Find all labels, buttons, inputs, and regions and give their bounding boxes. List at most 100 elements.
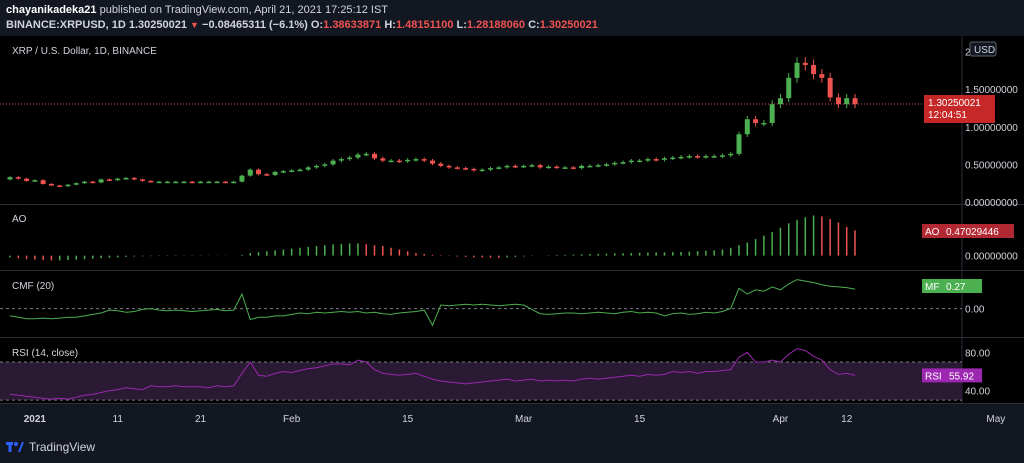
candle-body — [32, 180, 38, 182]
published-text: published on TradingView.com, April 21, … — [99, 4, 389, 16]
candle-body — [670, 157, 676, 160]
candle-body — [844, 98, 850, 105]
ao-badge-label: AO — [925, 227, 940, 238]
candle-body — [15, 177, 21, 179]
last-price: 1.30250021 — [128, 19, 187, 31]
candle-body — [65, 184, 71, 187]
candle-body — [297, 169, 303, 172]
candle-body — [777, 98, 783, 105]
chart-title: XRP / U.S. Dollar, 1D, BINANCE — [12, 46, 157, 57]
time-tick-label: Mar — [515, 414, 533, 425]
candle-body — [554, 166, 560, 169]
time-tick-label: May — [986, 414, 1005, 425]
candle-body — [612, 162, 618, 165]
candle-body — [222, 181, 228, 184]
candle-body — [769, 104, 775, 123]
candle-body — [744, 119, 750, 135]
candle-body — [131, 177, 137, 180]
candle-body — [405, 159, 411, 162]
candle-body — [786, 77, 792, 99]
candle-body — [264, 174, 270, 176]
candle-body — [322, 164, 328, 166]
open-value: 1.38633871 — [323, 19, 382, 31]
candle-body — [421, 159, 427, 161]
candle-body — [40, 180, 46, 184]
candle-body — [471, 168, 477, 171]
cmf-title: CMF (20) — [12, 281, 54, 292]
price-tick-label: 0.50000000 — [965, 160, 1018, 171]
candle-body — [73, 183, 79, 185]
candle-body — [827, 77, 833, 98]
candle-body — [189, 181, 195, 184]
candle-body — [802, 62, 808, 66]
candle-body — [314, 165, 320, 168]
candle-body — [719, 155, 725, 157]
tradingview-logo-icon — [6, 442, 24, 452]
last-price-badge-value: 1.30250021 — [928, 98, 981, 109]
candle-body — [620, 162, 626, 164]
time-tick-label: 2021 — [24, 414, 47, 425]
candle-body — [603, 164, 609, 166]
footer-brand[interactable]: TradingView — [6, 440, 95, 454]
rsi-band — [0, 361, 962, 401]
candle-body — [570, 167, 576, 169]
low-value: 1.28188060 — [466, 19, 526, 31]
close-value: 1.30250021 — [539, 19, 598, 31]
candle-body — [330, 160, 336, 165]
candle-body — [686, 156, 692, 158]
candle-body — [521, 165, 527, 168]
candle-body — [247, 169, 253, 176]
candle-body — [206, 181, 212, 184]
plot-background — [0, 36, 1024, 403]
time-tick-label: Apr — [773, 414, 789, 425]
symbol-label: BINANCE:XRPUSD, 1D — [6, 19, 126, 31]
candle-body — [504, 165, 510, 168]
cmf-tick-label: 0.00 — [965, 305, 985, 316]
candle-body — [280, 171, 286, 173]
candle-body — [703, 156, 709, 158]
candle-body — [628, 160, 634, 163]
candle-body — [57, 185, 63, 187]
candle-body — [396, 160, 402, 163]
candle-body — [214, 181, 220, 184]
candle-body — [82, 181, 88, 184]
candle-body — [156, 181, 162, 184]
candle-body — [272, 171, 278, 175]
candle-body — [347, 157, 353, 160]
candle-body — [430, 160, 435, 164]
time-tick-label: 12 — [841, 414, 853, 425]
brand-name: TradingView — [29, 440, 96, 454]
candle-body — [98, 179, 104, 183]
mf-badge-label: MF — [925, 282, 939, 293]
candle-body — [355, 154, 361, 158]
symbol-info: BINANCE:XRPUSD, 1D 1.30250021 ▼ −0.08465… — [6, 19, 598, 31]
high-value: 1.48151100 — [395, 19, 454, 31]
author-name[interactable]: chayanikadeka21 — [6, 4, 97, 16]
rsi-title: RSI (14, close) — [12, 348, 78, 359]
candle-body — [24, 178, 30, 181]
candle-body — [123, 177, 129, 180]
ao-tick-label: 0.00000000 — [965, 252, 1018, 263]
candle-body — [711, 156, 717, 158]
candle-body — [835, 97, 841, 105]
candle-body — [852, 98, 858, 105]
candle-body — [48, 183, 54, 186]
chart-area[interactable]: 2.001.500000001.000000000.500000000.0000… — [0, 36, 1024, 433]
mf-badge-value: 0.27 — [946, 282, 966, 293]
countdown-label: 12:04:51 — [928, 110, 967, 121]
candle-body — [479, 169, 485, 172]
time-tick-label: Feb — [283, 414, 301, 425]
candle-body — [653, 159, 659, 161]
candle-body — [256, 169, 262, 175]
candle-body — [289, 170, 295, 172]
candle-body — [736, 134, 742, 154]
publish-info: chayanikadeka21 published on TradingView… — [6, 4, 388, 16]
currency-label: USD — [974, 45, 995, 56]
candle — [736, 131, 742, 156]
candle-body — [728, 153, 734, 156]
candle-body — [454, 167, 460, 169]
candle-body — [637, 160, 643, 163]
candle-body — [305, 167, 311, 170]
candle-body — [579, 165, 585, 169]
candle-body — [545, 166, 551, 169]
